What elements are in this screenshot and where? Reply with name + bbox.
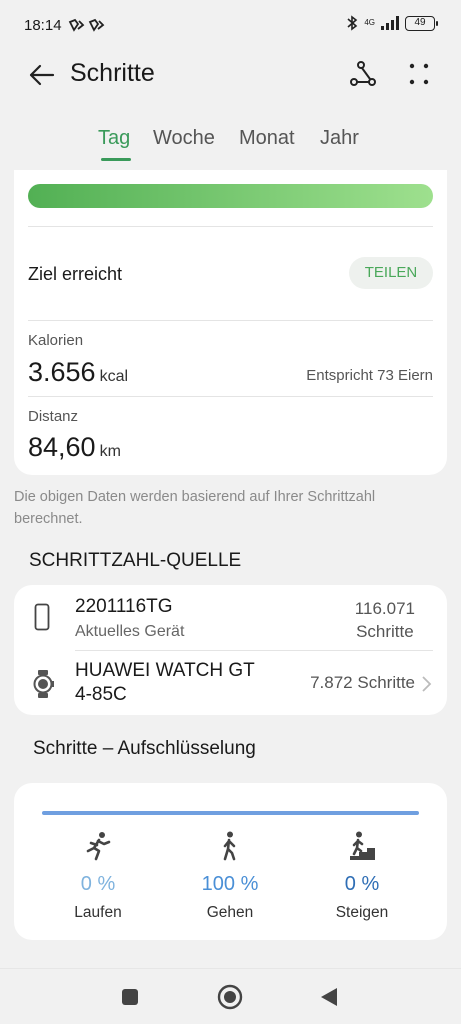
breakdown-bar [42,811,419,815]
bluetooth-icon [347,15,358,31]
notification-icons [68,18,105,32]
breakdown-heading: Schritte – Aufschlüsselung [33,738,256,759]
running-icon [86,832,111,861]
breakdown-walking: 100 % Gehen [170,831,290,922]
chevron-right-icon[interactable] [419,674,433,694]
climbing-icon [350,831,375,860]
breakdown-card: 0 % Laufen 100 % Gehen 0 % Steigen [14,783,447,940]
status-bar: 18:14 4G 49 [0,0,461,50]
network-type: 4G [364,18,375,27]
climbing-label: Steigen [335,904,389,921]
distance-label: Distanz [28,408,79,425]
back-arrow-icon[interactable] [26,60,56,90]
signal-icon [381,16,399,30]
calories-value: 3.656 kcal [28,357,129,387]
distance-value: 84,60 km [28,432,121,462]
data-note: Die obigen Daten werden basierend auf Ih… [14,489,376,527]
climbing-percent: 0 % [344,873,380,895]
summary-card: Ziel erreicht TEILEN Kalorien 3.656 kcal … [14,170,447,475]
calories-equivalent: Entspricht 73 Eiern [306,367,433,384]
source-card: 2201116TG Aktuelles Gerät 116.071 Schrit… [14,585,447,715]
source-heading: SCHRITTZAHL-QUELLE [29,550,242,571]
divider [28,396,433,397]
device-subtitle: Aktuelles Gerät [75,623,185,640]
calories-unit: kcal [99,368,129,385]
watch-icon [33,670,54,698]
running-percent: 0 % [80,873,116,895]
home-icon[interactable] [217,984,243,1010]
battery-icon: 49 [405,15,438,31]
phone-icon [34,603,50,631]
goal-status: Ziel erreicht [28,264,123,284]
recent-apps-icon[interactable] [121,988,139,1006]
breakdown-running: 0 % Laufen [38,831,158,922]
tab-week[interactable]: Woche [153,127,215,150]
divider [28,320,433,321]
route-icon[interactable] [349,60,377,88]
share-button[interactable]: TEILEN [349,257,433,289]
back-nav-icon[interactable] [319,987,339,1007]
status-time: 18:14 [24,17,62,34]
distance-unit: km [99,443,121,460]
tab-month[interactable]: Monat [239,127,295,150]
walking-label: Gehen [206,904,254,921]
active-tab-indicator [101,158,131,161]
running-label: Laufen [74,904,122,921]
tab-day[interactable]: Tag [98,127,130,150]
app-bar: Schritte [0,50,461,100]
walking-percent: 100 % [201,873,259,895]
device-row-phone[interactable]: 2201116TG Aktuelles Gerät 116.071 Schrit… [14,585,447,650]
period-tabs: Tag Woche Monat Jahr [0,122,461,167]
walking-icon [223,831,236,861]
device-steps: 116.071 Schritte [354,599,415,641]
watch-name: HUAWEI WATCH GT 4-85C [75,660,255,705]
divider [28,226,433,227]
device-name: 2201116TG [75,596,173,617]
page-title: Schritte [70,59,155,87]
tab-year[interactable]: Jahr [320,127,359,150]
goal-progress-bar [28,184,433,208]
system-nav-bar [0,968,461,1024]
watch-steps: 7.872 Schritte [310,673,415,692]
breakdown-climbing: 0 % Steigen [302,831,422,922]
more-options-icon[interactable] [407,60,431,88]
calories-label: Kalorien [28,332,84,349]
